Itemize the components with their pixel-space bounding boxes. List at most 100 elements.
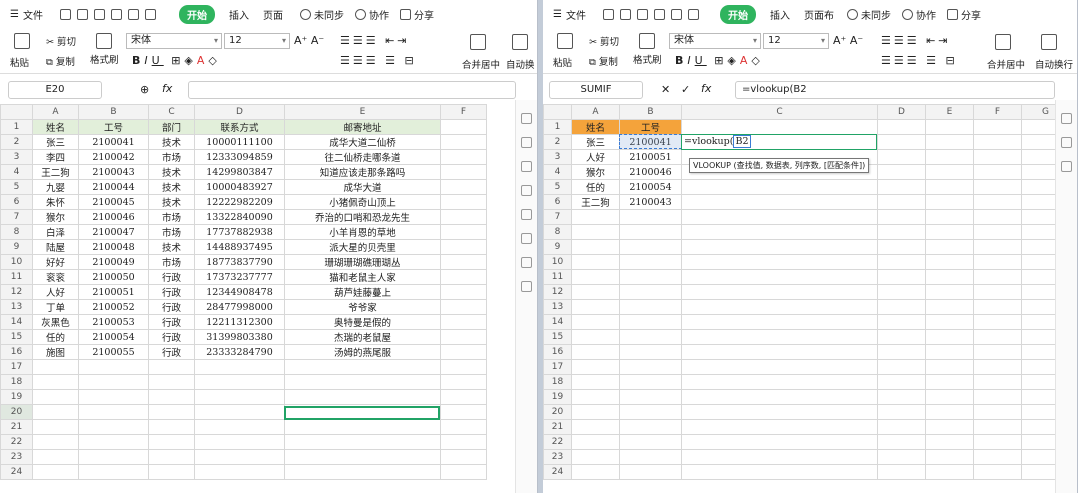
- share-button[interactable]: 分享: [944, 7, 981, 22]
- cell-c13[interactable]: 行政: [148, 299, 195, 315]
- row-header[interactable]: 6: [0, 194, 33, 210]
- cell-c11[interactable]: [681, 269, 878, 285]
- cell-e19[interactable]: [925, 389, 974, 405]
- cell-d15[interactable]: 31399803380: [194, 329, 285, 345]
- row-header[interactable]: 19: [0, 389, 33, 405]
- cell-b5[interactable]: 2100054: [619, 179, 682, 195]
- cell-b6[interactable]: 2100043: [619, 194, 682, 210]
- row-header[interactable]: 5: [0, 179, 33, 195]
- cell-a8[interactable]: [571, 224, 620, 240]
- cell-a10[interactable]: [571, 254, 620, 270]
- cell-f19[interactable]: [973, 389, 1022, 405]
- cell-e13[interactable]: [925, 299, 974, 315]
- row-header[interactable]: 3: [0, 149, 33, 165]
- tab-insert[interactable]: 插入: [770, 7, 790, 22]
- cell-c19[interactable]: [681, 389, 878, 405]
- cell-c20[interactable]: [681, 404, 878, 420]
- cell-d1[interactable]: 联系方式: [194, 119, 285, 135]
- cell-e7[interactable]: [925, 209, 974, 225]
- cell-d13[interactable]: [877, 299, 926, 315]
- sidebar-icon[interactable]: [1061, 137, 1072, 148]
- bold-icon[interactable]: B: [675, 54, 687, 67]
- cell-a1[interactable]: 姓名: [32, 119, 79, 135]
- cell-a18[interactable]: [32, 374, 79, 390]
- row-header[interactable]: 18: [0, 374, 33, 390]
- cell-c5[interactable]: 技术: [148, 179, 195, 195]
- cell-f23[interactable]: [973, 449, 1022, 465]
- cell-d24[interactable]: [194, 464, 285, 480]
- tab-start[interactable]: 开始: [719, 4, 756, 24]
- autowrap-button[interactable]: 自动换: [506, 34, 535, 71]
- cell-f10[interactable]: [973, 254, 1022, 270]
- cell-d12[interactable]: [877, 284, 926, 300]
- share-button[interactable]: 分享: [397, 7, 434, 22]
- cell-f7[interactable]: [440, 209, 487, 225]
- formula-input[interactable]: [188, 81, 516, 99]
- sidebar-icon[interactable]: [1061, 161, 1072, 172]
- cell-e9[interactable]: 派大星的贝壳里: [284, 239, 441, 255]
- cell-a17[interactable]: [571, 359, 620, 375]
- cell-e1[interactable]: 邮寄地址: [284, 119, 441, 135]
- fill-color-icon[interactable]: ◈: [727, 54, 739, 67]
- cell-d17[interactable]: [194, 359, 285, 375]
- format-buttons[interactable]: BIU ⊞◈A◇: [132, 54, 221, 67]
- cell-b5[interactable]: 2100044: [78, 179, 149, 195]
- cell-f13[interactable]: [440, 299, 487, 315]
- cell-e17[interactable]: [925, 359, 974, 375]
- cell-e15[interactable]: 杰瑞的老鼠屋: [284, 329, 441, 345]
- cell-b9[interactable]: 2100048: [78, 239, 149, 255]
- column-header-a[interactable]: A: [571, 104, 620, 120]
- cell-e2[interactable]: 成华大道二仙桥: [284, 134, 441, 150]
- sidebar-icon[interactable]: [521, 185, 532, 196]
- cell-d10[interactable]: [877, 254, 926, 270]
- cell-c20[interactable]: [148, 404, 195, 420]
- row-header[interactable]: 15: [543, 329, 572, 345]
- row-header[interactable]: 8: [543, 224, 572, 240]
- cell-c14[interactable]: [681, 314, 878, 330]
- cell-d14[interactable]: 12211312300: [194, 314, 285, 330]
- row-header[interactable]: 24: [543, 464, 572, 480]
- border-icon[interactable]: ⊞: [171, 54, 184, 67]
- cell-a15[interactable]: 任的: [32, 329, 79, 345]
- print-preview-icon[interactable]: [653, 8, 665, 20]
- row-header[interactable]: 7: [0, 209, 33, 225]
- cell-b3[interactable]: 2100042: [78, 149, 149, 165]
- cell-d8[interactable]: 17737882938: [194, 224, 285, 240]
- tab-insert[interactable]: 插入: [229, 7, 249, 22]
- cell-d23[interactable]: [877, 449, 926, 465]
- collab-button[interactable]: 协作: [899, 7, 936, 22]
- row-header[interactable]: 23: [0, 449, 33, 465]
- cell-c10[interactable]: 市场: [148, 254, 195, 270]
- merge-center-button[interactable]: 合并居中: [987, 34, 1025, 71]
- clear-icon[interactable]: ◇: [208, 54, 220, 67]
- cell-f22[interactable]: [973, 434, 1022, 450]
- cell-f21[interactable]: [440, 419, 487, 435]
- cell-e2[interactable]: [925, 134, 974, 150]
- hamburger-menu-icon[interactable]: ☰: [10, 9, 19, 20]
- cell-d11[interactable]: [877, 269, 926, 285]
- cell-f14[interactable]: [973, 314, 1022, 330]
- row-header[interactable]: 16: [0, 344, 33, 360]
- font-size-select[interactable]: 12 ▾: [224, 33, 290, 49]
- cell-f8[interactable]: [973, 224, 1022, 240]
- cell-e13[interactable]: 爷爷家: [284, 299, 441, 315]
- italic-icon[interactable]: I: [144, 54, 151, 67]
- cell-e4[interactable]: 知道应该走那条路吗: [284, 164, 441, 180]
- cell-a2[interactable]: 张三: [571, 134, 620, 150]
- cell-f9[interactable]: [973, 239, 1022, 255]
- cell-a4[interactable]: 王二狗: [32, 164, 79, 180]
- cell-c15[interactable]: 行政: [148, 329, 195, 345]
- cell-a20[interactable]: [571, 404, 620, 420]
- cell-b1[interactable]: 工号: [619, 119, 682, 135]
- row-header[interactable]: 9: [0, 239, 33, 255]
- cell-f11[interactable]: [440, 269, 487, 285]
- cell-d15[interactable]: [877, 329, 926, 345]
- cell-c6[interactable]: [681, 194, 878, 210]
- cell-b21[interactable]: [619, 419, 682, 435]
- font-size-select[interactable]: 12 ▾: [763, 33, 829, 49]
- cell-a16[interactable]: 施图: [32, 344, 79, 360]
- open-icon[interactable]: [602, 8, 614, 20]
- cell-d24[interactable]: [877, 464, 926, 480]
- cell-a23[interactable]: [32, 449, 79, 465]
- column-header-d[interactable]: D: [877, 104, 926, 120]
